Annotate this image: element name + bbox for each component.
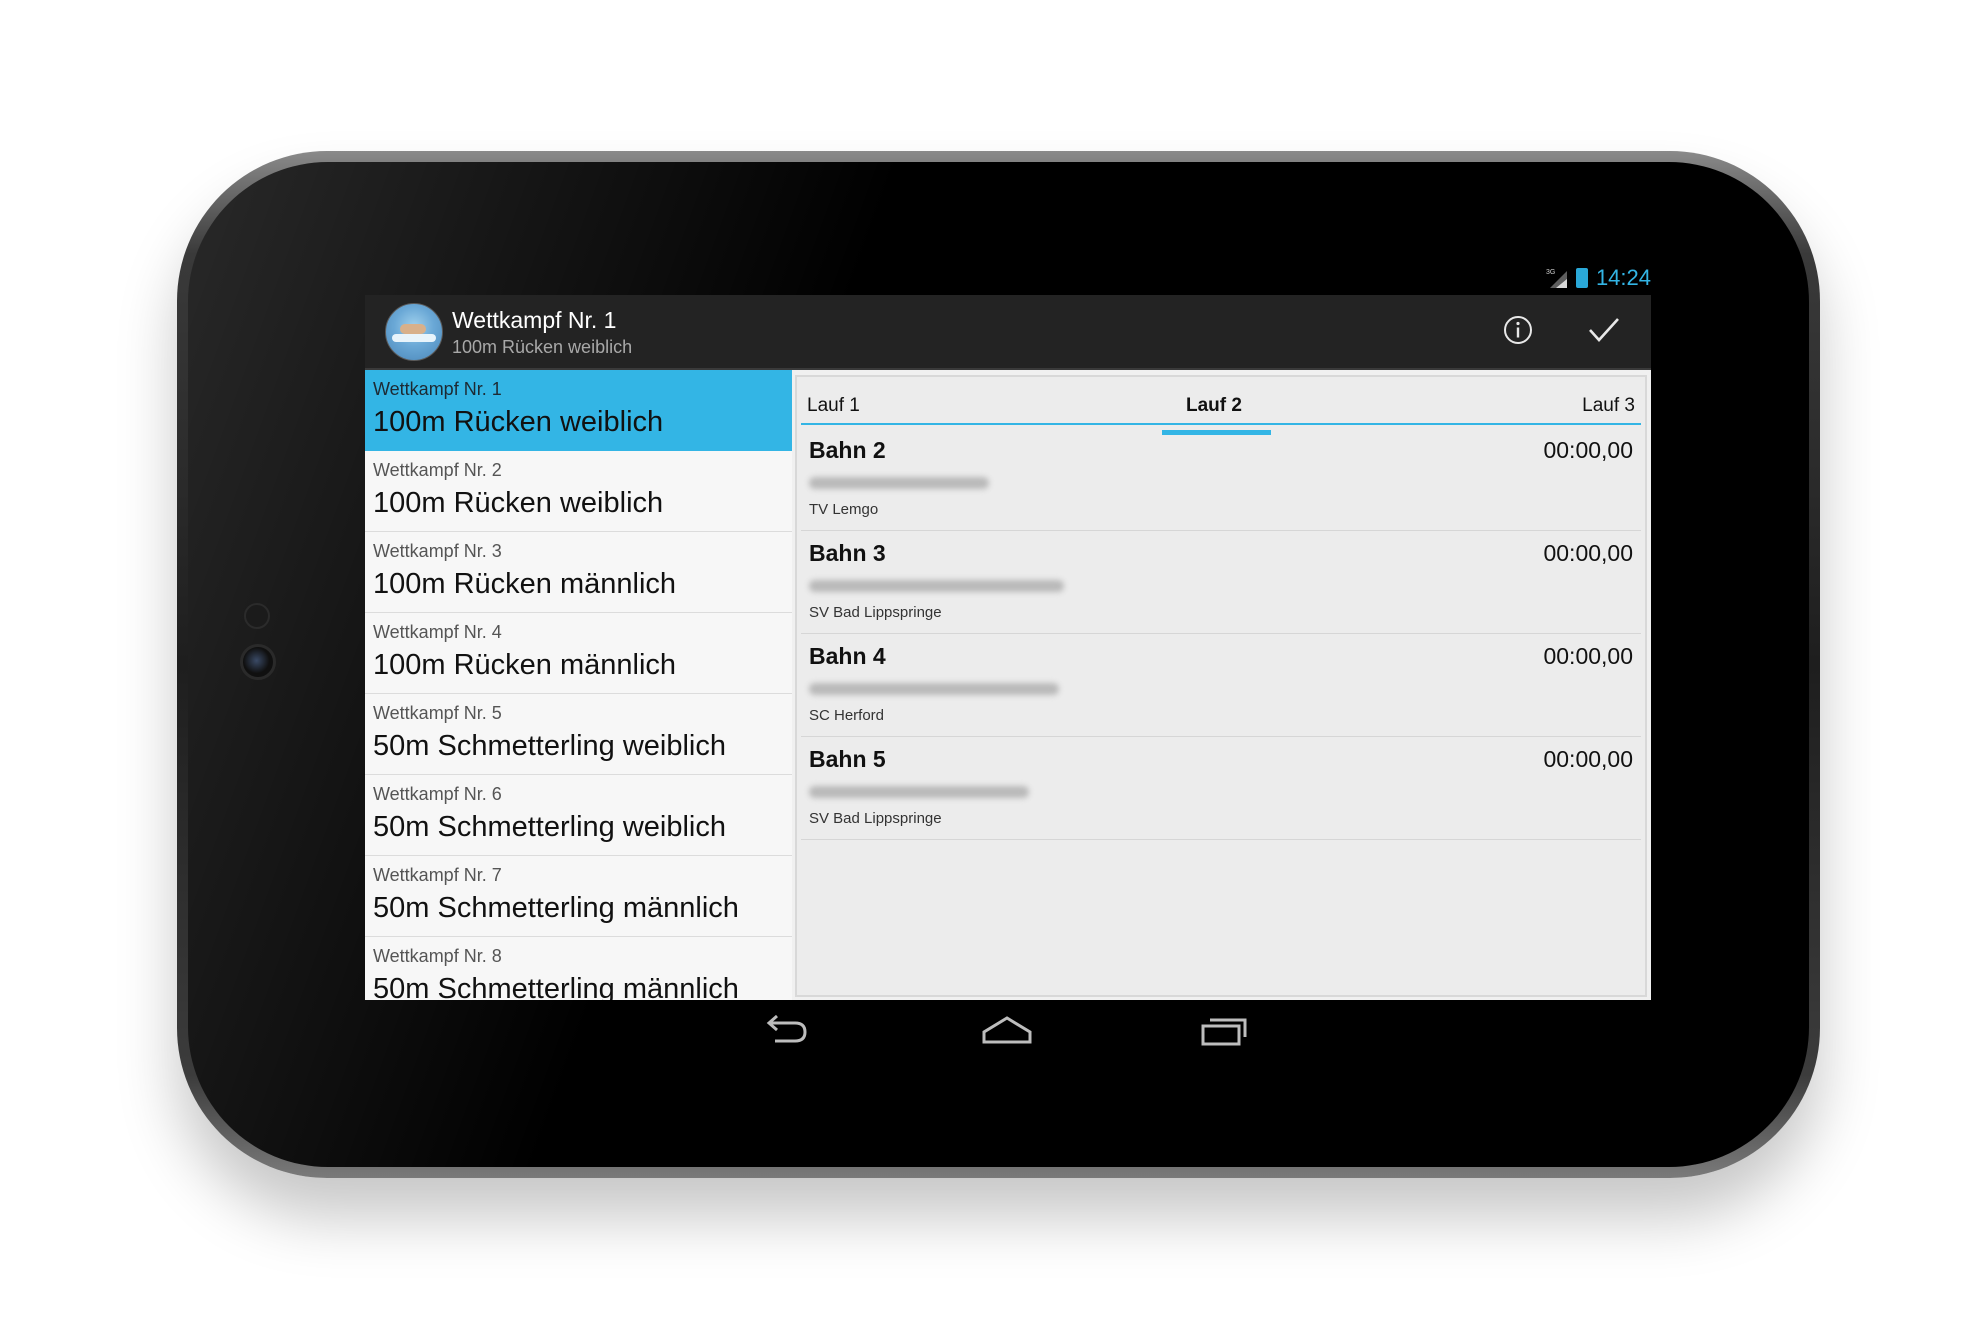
lane-title: Bahn 4 [809, 643, 886, 669]
lane-title: Bahn 2 [809, 437, 886, 463]
signal-icon: 3G [1546, 267, 1568, 289]
competition-item-6[interactable]: Wettkampf Nr. 6 50m Schmetterling weibli… [365, 775, 792, 856]
competition-number: Wettkampf Nr. 8 [373, 946, 502, 966]
lane-club: SV Bad Lippspringe [809, 604, 942, 621]
competition-item-3[interactable]: Wettkampf Nr. 3 100m Rücken männlich [365, 532, 792, 613]
app-logo-icon[interactable] [385, 303, 443, 361]
swimmer-name-redacted [809, 477, 989, 489]
competition-number: Wettkampf Nr. 5 [373, 703, 502, 723]
competition-name: 50m Schmetterling weiblich [373, 811, 726, 843]
action-bar: Wettkampf Nr. 1 100m Rücken weiblich [365, 295, 1651, 370]
competition-number: Wettkampf Nr. 6 [373, 784, 502, 804]
back-icon[interactable] [763, 1014, 809, 1053]
heat-tabs: Lauf 1 Lauf 2 Lauf 3 [801, 389, 1641, 435]
competition-name: 100m Rücken weiblich [373, 406, 664, 438]
battery-icon [1575, 268, 1588, 288]
network-type-label: 3G [1546, 269, 1555, 276]
lane-time: 00:00,00 [1543, 643, 1633, 669]
sensor-icon [244, 603, 270, 629]
lane-row[interactable]: Bahn 4 00:00,00 SC Herford [801, 633, 1641, 737]
lane-time: 00:00,00 [1543, 437, 1633, 463]
lane-title: Bahn 3 [809, 540, 886, 566]
info-icon[interactable] [1503, 315, 1533, 345]
competition-name: 100m Rücken männlich [373, 568, 677, 600]
navigation-bar [365, 1000, 1651, 1080]
competition-number: Wettkampf Nr. 1 [373, 379, 502, 399]
recent-apps-icon[interactable] [1200, 1014, 1248, 1053]
competition-number: Wettkampf Nr. 3 [373, 541, 502, 561]
competition-list: Wettkampf Nr. 1 100m Rücken weiblich Wet… [365, 370, 792, 1000]
competition-name: 100m Rücken männlich [373, 649, 677, 681]
status-icons: 3G 14:24 [1546, 262, 1651, 294]
heat-detail-panel: Lauf 1 Lauf 2 Lauf 3 Bahn 2 00:00,00 TV … [795, 375, 1647, 997]
competition-item-1[interactable]: Wettkampf Nr. 1 100m Rücken weiblich [365, 370, 792, 451]
app-screen: Wettkampf Nr. 1 100m Rücken weiblich Wet… [365, 295, 1651, 1000]
status-bar: 3G 14:24 [365, 262, 1651, 294]
action-bar-subtitle: 100m Rücken weiblich [452, 337, 633, 357]
lane-row[interactable]: Bahn 2 00:00,00 TV Lemgo [801, 427, 1641, 531]
tab-lauf-2[interactable]: Lauf 2 [1186, 395, 1242, 417]
lane-time: 00:00,00 [1543, 540, 1633, 566]
competition-item-7[interactable]: Wettkampf Nr. 7 50m Schmetterling männli… [365, 856, 792, 937]
competition-item-2[interactable]: Wettkampf Nr. 2 100m Rücken weiblich [365, 451, 792, 532]
competition-name: 50m Schmetterling weiblich [373, 730, 726, 762]
competition-item-8[interactable]: Wettkampf Nr. 8 50m Schmetterling männli… [365, 937, 792, 1000]
camera-icon [240, 644, 276, 680]
swimmer-name-redacted [809, 683, 1059, 695]
lane-club: TV Lemgo [809, 501, 879, 518]
competition-number: Wettkampf Nr. 2 [373, 460, 502, 480]
tab-lauf-1[interactable]: Lauf 1 [807, 395, 860, 417]
lane-club: SC Herford [809, 707, 885, 724]
competition-number: Wettkampf Nr. 7 [373, 865, 502, 885]
competition-item-5[interactable]: Wettkampf Nr. 5 50m Schmetterling weibli… [365, 694, 792, 775]
lane-time: 00:00,00 [1543, 746, 1633, 772]
lane-club: SV Bad Lippspringe [809, 810, 942, 827]
competition-number: Wettkampf Nr. 4 [373, 622, 502, 642]
lane-row[interactable]: Bahn 5 00:00,00 SV Bad Lippspringe [801, 736, 1641, 840]
competition-name: 50m Schmetterling männlich [373, 892, 739, 924]
check-icon[interactable] [1587, 315, 1621, 345]
lane-title: Bahn 5 [809, 746, 886, 772]
home-icon[interactable] [981, 1014, 1033, 1053]
tab-lauf-3[interactable]: Lauf 3 [1582, 395, 1635, 417]
lane-row[interactable]: Bahn 3 00:00,00 SV Bad Lippspringe [801, 530, 1641, 634]
competition-item-4[interactable]: Wettkampf Nr. 4 100m Rücken männlich [365, 613, 792, 694]
competition-name: 50m Schmetterling männlich [373, 973, 739, 1000]
competition-name: 100m Rücken weiblich [373, 487, 664, 519]
clock: 14:24 [1595, 265, 1651, 290]
action-bar-title: Wettkampf Nr. 1 [452, 307, 617, 333]
swimmer-name-redacted [809, 580, 1064, 592]
swimmer-name-redacted [809, 786, 1029, 798]
